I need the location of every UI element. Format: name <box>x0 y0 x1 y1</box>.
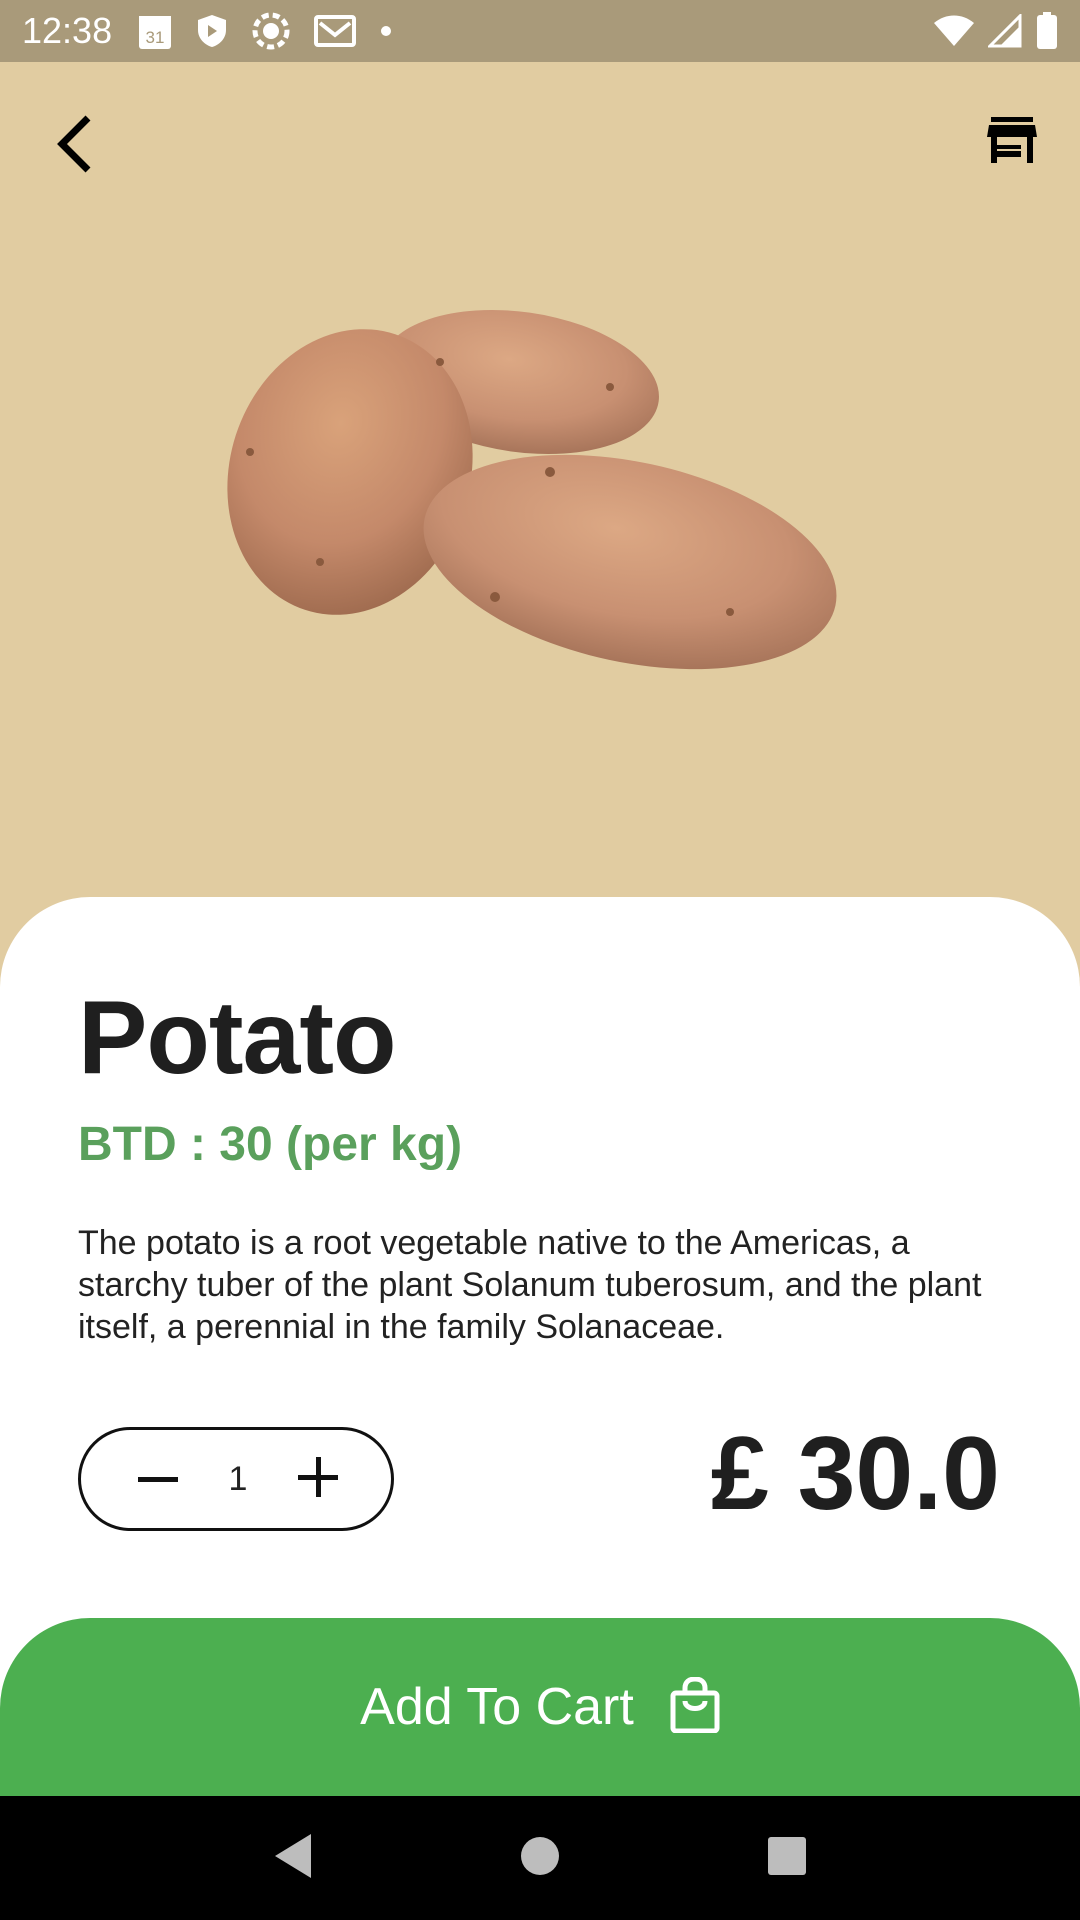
potato-image <box>190 292 890 772</box>
add-to-cart-label: Add To Cart <box>360 1678 634 1736</box>
status-bar: 12:38 31 <box>0 0 1080 62</box>
battery-icon <box>1036 12 1058 50</box>
store-icon <box>987 116 1037 168</box>
nav-home-button[interactable] <box>510 1828 570 1888</box>
chevron-left-icon <box>54 114 94 179</box>
back-button[interactable] <box>44 106 104 186</box>
minus-icon <box>138 1470 178 1488</box>
notification-icons: 31 <box>138 12 392 50</box>
system-navigation-bar <box>0 1796 1080 1920</box>
store-button[interactable] <box>980 110 1044 174</box>
triangle-back-icon <box>271 1832 315 1885</box>
status-time: 12:38 <box>22 10 113 51</box>
plus-icon <box>297 1456 338 1502</box>
calendar-icon: 31 <box>138 12 172 50</box>
product-description: The potato is a root vegetable native to… <box>78 1224 982 1346</box>
square-recents-icon <box>767 1836 807 1881</box>
decrease-quantity-button[interactable] <box>137 1458 179 1500</box>
settings-icon <box>252 12 290 50</box>
nav-recents-button[interactable] <box>757 1828 817 1888</box>
product-hero <box>0 62 1080 922</box>
nav-back-button[interactable] <box>263 1828 323 1888</box>
product-title: Potato <box>78 980 397 1096</box>
add-to-cart-button[interactable]: Add To Cart <box>0 1618 1080 1796</box>
dot-icon <box>380 25 392 37</box>
total-price: £ 30.0 <box>710 1416 1000 1532</box>
increase-quantity-button[interactable] <box>297 1456 339 1502</box>
quantity-value: 1 <box>228 1459 248 1498</box>
calendar-day: 31 <box>146 28 165 47</box>
wifi-icon <box>934 15 974 47</box>
mail-icon <box>314 15 357 47</box>
shield-icon <box>196 13 228 49</box>
shopping-bag-icon <box>670 1675 720 1738</box>
unit-price: BTD : 30 (per kg) <box>78 1118 463 1171</box>
system-icons <box>934 12 1058 50</box>
signal-icon <box>988 14 1022 48</box>
circle-home-icon <box>519 1835 561 1882</box>
quantity-stepper: 1 <box>78 1427 394 1531</box>
